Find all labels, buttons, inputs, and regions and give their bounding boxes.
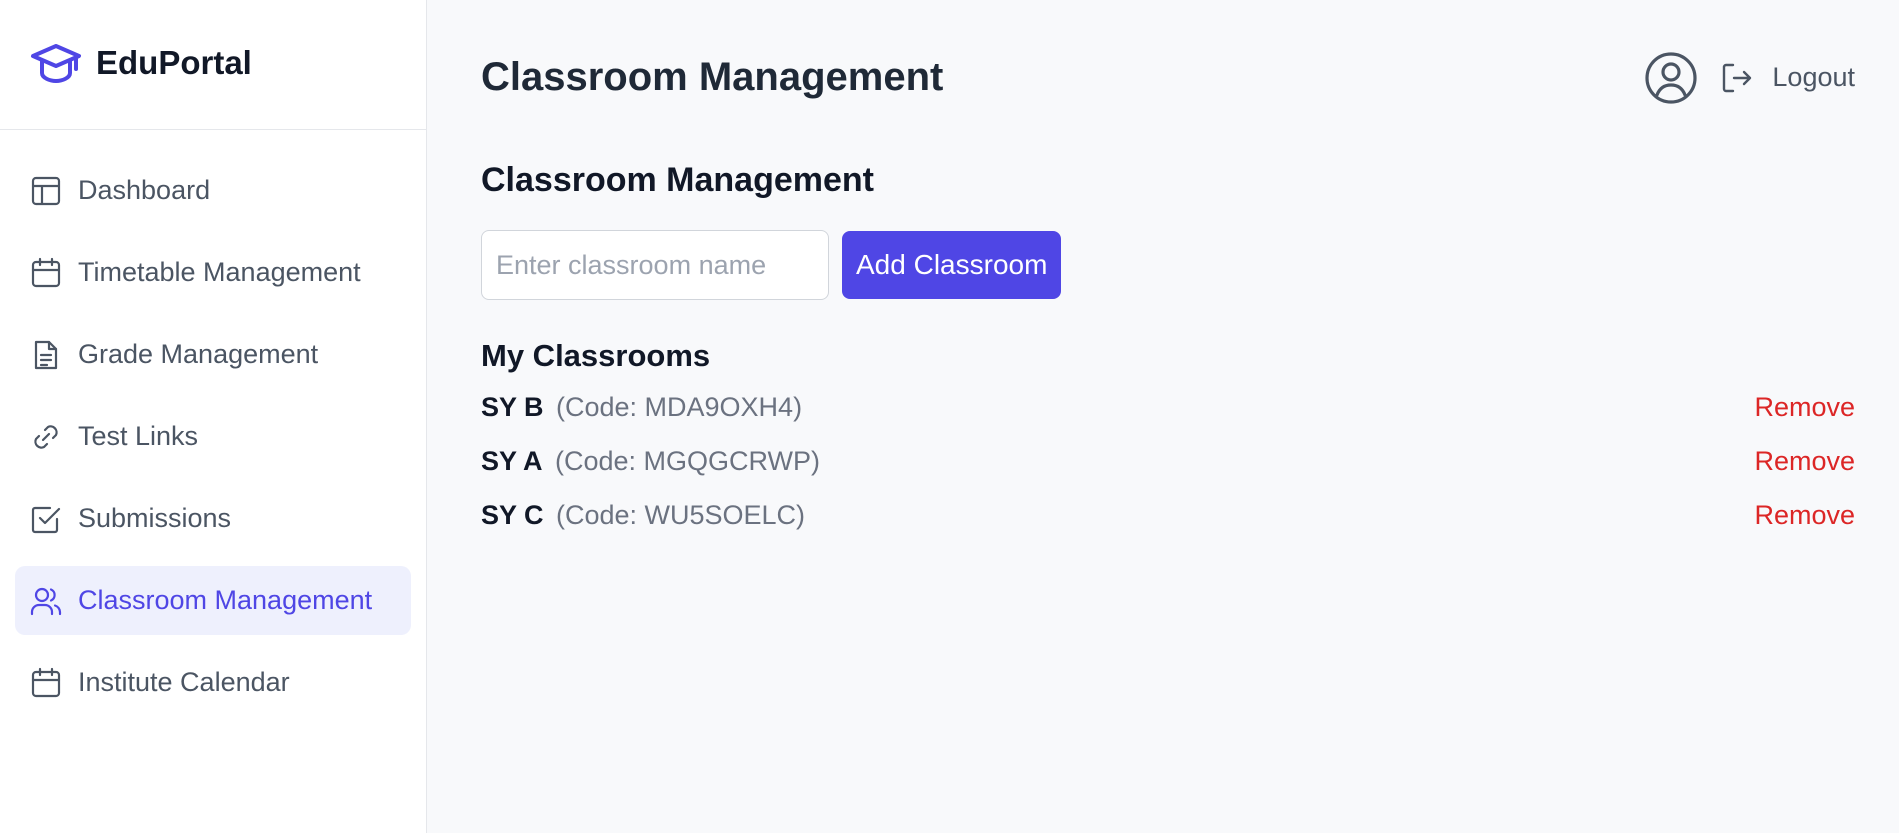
sidebar-item-dashboard[interactable]: Dashboard [15, 156, 411, 225]
sidebar-item-classroom-management[interactable]: Classroom Management [15, 566, 411, 635]
classroom-name: SY C [481, 499, 544, 530]
user-circle-icon[interactable] [1644, 51, 1698, 105]
classroom-name-input[interactable] [481, 230, 829, 300]
classroom-code: (Code: MGQGCRWP) [554, 445, 821, 476]
list-item: SY C (Code: WU5SOELC) Remove [481, 488, 1855, 542]
checkbox-icon [30, 503, 62, 535]
link-icon [30, 421, 62, 453]
my-classrooms-title: My Classrooms [481, 338, 711, 373]
sidebar-item-label: Timetable Management [78, 257, 361, 287]
logout-label: Logout [1772, 62, 1855, 92]
classroom-code: (Code: MDA9OXH4) [555, 391, 803, 422]
sidebar-item-institute-calendar[interactable]: Institute Calendar [15, 648, 411, 717]
sidebar-item-grades[interactable]: Grade Management [15, 320, 411, 389]
classroom-list: SY B (Code: MDA9OXH4) Remove SY A (Code:… [481, 380, 1855, 542]
classroom-name: SY A [481, 445, 543, 476]
layout-icon [30, 175, 62, 207]
classroom-name: SY B [481, 391, 544, 422]
remove-classroom-button[interactable]: Remove [1754, 392, 1855, 423]
graduation-cap-icon [30, 41, 82, 85]
sidebar: EduPortal Dashboard Timetable Management [0, 0, 427, 833]
sidebar-item-label: Institute Calendar [78, 667, 290, 697]
remove-classroom-button[interactable]: Remove [1754, 500, 1855, 531]
section-title: Classroom Management [481, 161, 874, 199]
sidebar-item-label: Grade Management [78, 339, 319, 369]
users-icon [30, 585, 62, 617]
brand[interactable]: EduPortal [0, 0, 426, 130]
sidebar-item-label: Submissions [78, 503, 232, 533]
logout-icon [1720, 61, 1754, 95]
logout-button[interactable]: Logout [1720, 61, 1855, 95]
add-classroom-form: Add Classroom [481, 230, 1855, 300]
sidebar-item-label: Classroom Management [78, 585, 373, 615]
sidebar-item-submissions[interactable]: Submissions [15, 484, 411, 553]
top-actions: Logout [1644, 51, 1855, 105]
calendar-icon [30, 667, 62, 699]
document-icon [30, 339, 62, 371]
classroom-code: (Code: WU5SOELC) [555, 499, 806, 530]
page-title: Classroom Management [481, 55, 944, 99]
sidebar-item-label: Test Links [78, 421, 199, 451]
sidebar-nav: Dashboard Timetable Management Grade Man… [0, 130, 426, 717]
add-classroom-button[interactable]: Add Classroom [842, 231, 1062, 299]
main-content: Classroom Management Logout Classroom Ma… [427, 0, 1899, 833]
sidebar-item-test-links[interactable]: Test Links [15, 402, 411, 471]
list-item: SY B (Code: MDA9OXH4) Remove [481, 380, 1855, 434]
list-item: SY A (Code: MGQGCRWP) Remove [481, 434, 1855, 488]
top-bar: Classroom Management Logout [481, 0, 1855, 155]
brand-name: EduPortal [96, 43, 252, 81]
calendar-icon [30, 257, 62, 289]
remove-classroom-button[interactable]: Remove [1754, 446, 1855, 477]
sidebar-item-label: Dashboard [78, 175, 211, 205]
sidebar-item-timetable[interactable]: Timetable Management [15, 238, 411, 307]
